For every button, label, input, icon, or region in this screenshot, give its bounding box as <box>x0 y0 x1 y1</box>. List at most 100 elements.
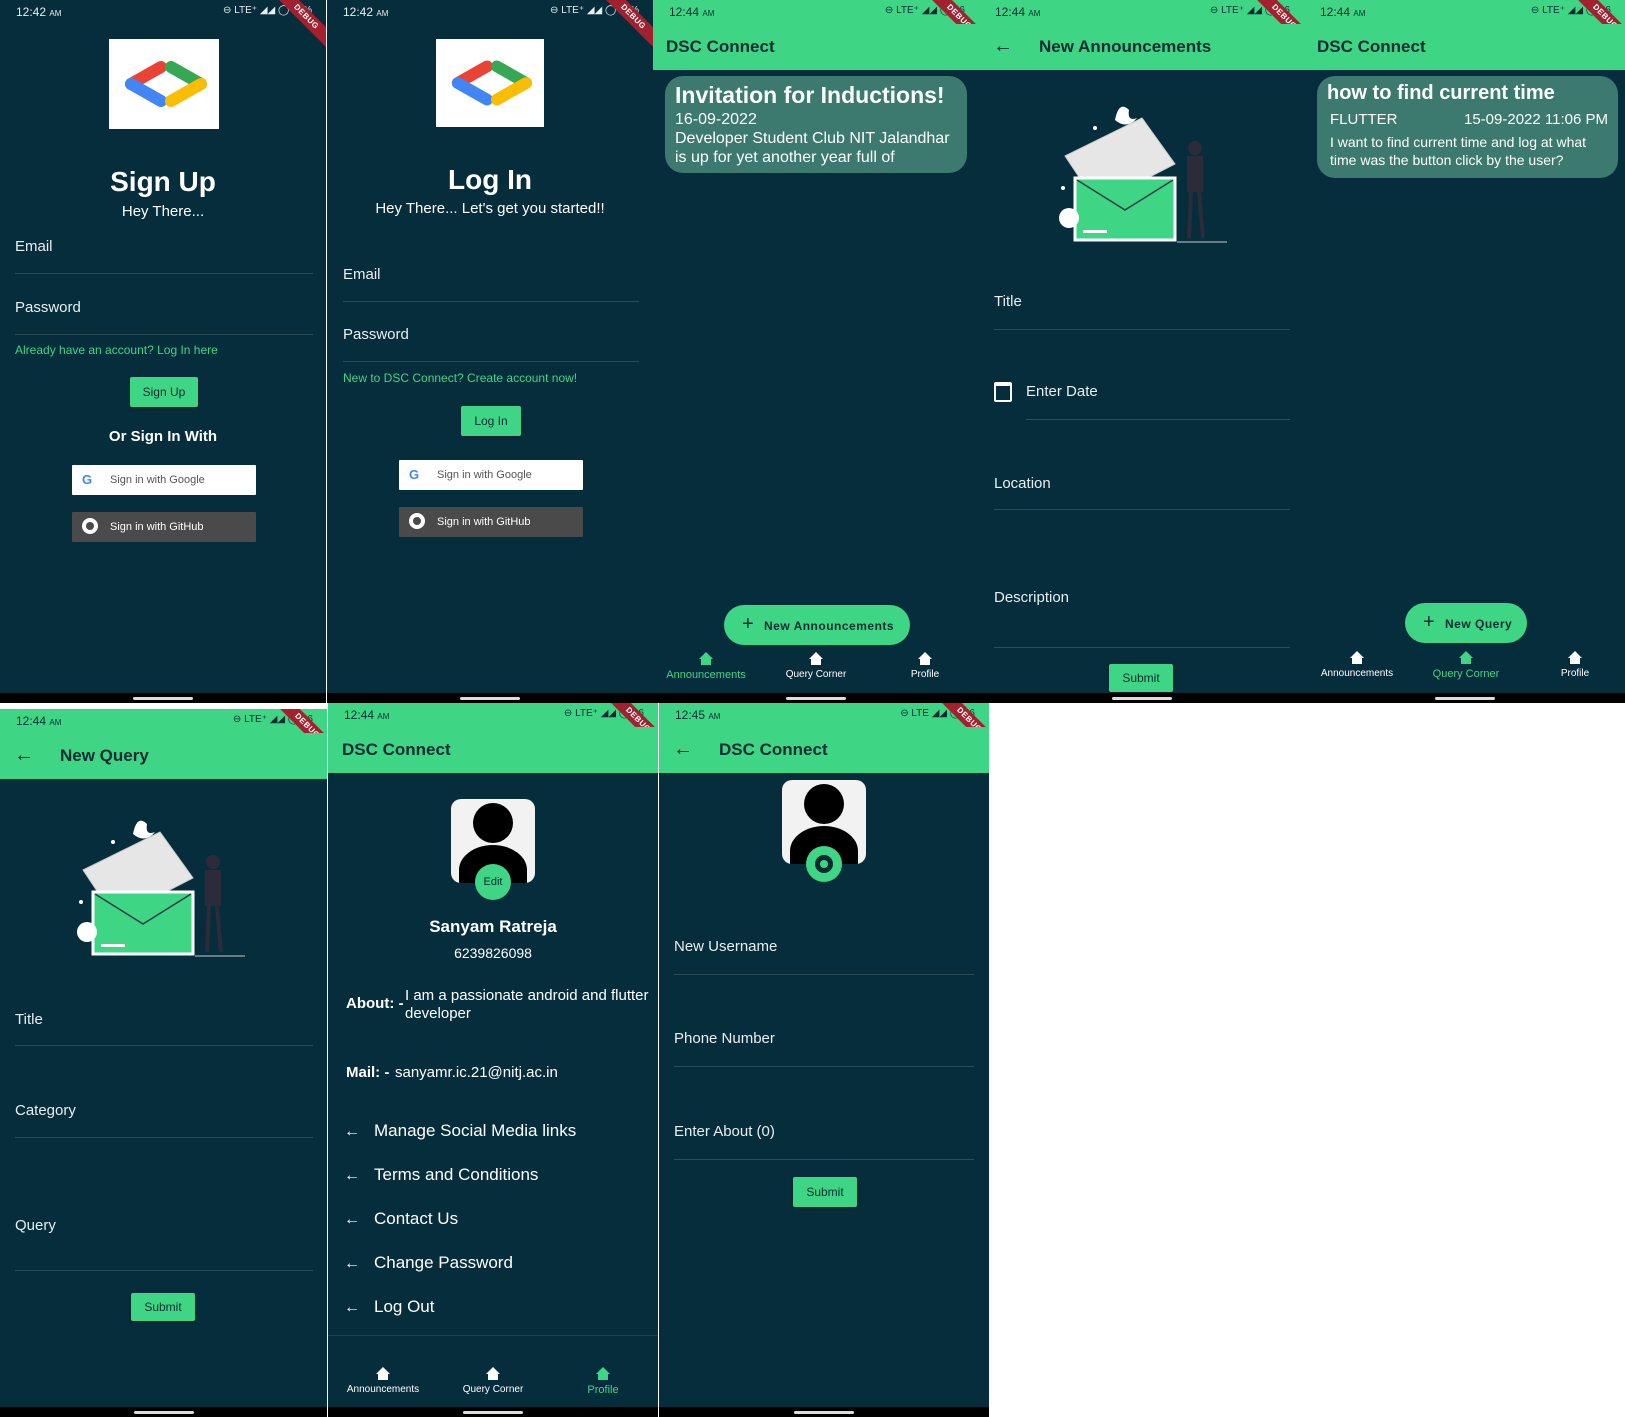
dsc-logo <box>109 39 219 129</box>
about-field[interactable]: Enter About (0) <box>674 1121 974 1160</box>
menu-terms[interactable]: ← Terms and Conditions <box>344 1165 538 1185</box>
back-arrow-icon[interactable]: ← <box>673 738 693 761</box>
about-label: About: - <box>346 995 404 1012</box>
nav-announcements[interactable]: Announcements <box>1304 651 1412 679</box>
date-field[interactable]: Enter Date <box>1026 381 1290 420</box>
app-title: New Announcements <box>1039 37 1212 56</box>
create-account-link[interactable]: New to DSC Connect? Create account now! <box>343 371 577 385</box>
new-announcement-screen: 12:44 AM ⊖ LTE⁺ ◢◢ ◯ 46 DEBUG ← New Anno… <box>979 0 1304 703</box>
query-card[interactable]: how to find current time FLUTTER 15-09-2… <box>1317 76 1618 178</box>
password-field[interactable]: Password <box>343 324 639 362</box>
about-line1: I am a passionate android and flutter <box>405 987 649 1004</box>
status-bar: 12:44 AM ⊖ LTE⁺ ◢◢ ◯ 46 <box>328 703 658 727</box>
new-announcement-fab[interactable]: + New Announcements <box>724 605 910 645</box>
home-icon <box>1568 651 1582 665</box>
fab-label: New Query <box>1445 617 1513 631</box>
title-field[interactable]: Title <box>994 293 1290 330</box>
home-icon <box>1459 651 1473 665</box>
dsc-logo <box>436 39 544 127</box>
phone-field[interactable]: Phone Number <box>674 1028 974 1067</box>
edit-avatar-button[interactable]: Edit <box>475 864 511 900</box>
plus-icon: + <box>1423 611 1436 633</box>
signup-button[interactable]: Sign Up <box>130 377 198 407</box>
status-bar: 12:42 AM ⊖ LTE⁺ ◢◢ ◯ 47% <box>0 0 326 24</box>
query-category: FLUTTER <box>1330 111 1398 128</box>
nav-query-corner[interactable]: Query Corner <box>1411 651 1521 680</box>
back-arrow-icon: ← <box>344 1211 360 1228</box>
query-label: Query <box>15 1217 56 1234</box>
app-bar: ← DSC Connect <box>659 727 989 773</box>
envelope-illustration <box>77 820 245 957</box>
envelope-illustration <box>1059 106 1227 243</box>
login-link[interactable]: Already have an account? Log In here <box>15 343 218 357</box>
home-icon <box>1350 651 1364 665</box>
app-title: DSC Connect <box>666 37 775 56</box>
menu-contact-us[interactable]: ← Contact Us <box>344 1209 458 1229</box>
nav-profile[interactable]: Profile <box>870 652 979 680</box>
home-indicator <box>979 693 1304 703</box>
github-signin-button[interactable]: Sign in with GitHub <box>72 512 256 542</box>
status-time: 12:42 AM <box>343 5 389 19</box>
google-signin-button[interactable]: G Sign in with Google <box>72 465 256 495</box>
page-title: Log In <box>448 164 532 195</box>
github-signin-button[interactable]: Sign in with GitHub <box>399 507 583 537</box>
submit-button[interactable]: Submit <box>793 1177 857 1207</box>
menu-change-password[interactable]: ← Change Password <box>344 1253 513 1273</box>
category-label: Category <box>15 1102 76 1119</box>
announcements-screen: 12:44 AM ⊖ LTE⁺ ◢◢ ◯ 46 DEBUG DSC Connec… <box>653 0 979 703</box>
google-signin-button[interactable]: G Sign in with Google <box>399 460 583 490</box>
login-screen: 12:42 AM ⊖ LTE⁺ ◢◢ ◯ 47% DEBUG Log In He… <box>327 0 653 703</box>
status-time: 12:44 AM <box>344 708 390 722</box>
description-field[interactable]: Description <box>994 587 1290 648</box>
camera-icon[interactable] <box>806 846 842 882</box>
app-title: New Query <box>60 746 149 765</box>
phone-label: Phone Number <box>674 1030 775 1047</box>
title-field[interactable]: Title <box>15 1009 313 1046</box>
page-title: Sign Up <box>110 166 216 197</box>
back-arrow-icon[interactable]: ← <box>993 35 1013 58</box>
nav-announcements[interactable]: Announcements <box>653 652 761 681</box>
home-icon <box>596 1367 610 1381</box>
announcement-line1: Developer Student Club NIT Jalandhar <box>675 130 950 147</box>
login-button[interactable]: Log In <box>461 406 521 436</box>
query-field[interactable]: Query <box>15 1215 313 1271</box>
new-query-fab[interactable]: + New Query <box>1405 603 1527 643</box>
menu-log-out[interactable]: ← Log Out <box>344 1297 435 1317</box>
back-arrow-icon: ← <box>344 1167 360 1184</box>
submit-button[interactable]: Submit <box>1109 664 1173 692</box>
nav-query-corner[interactable]: Query Corner <box>438 1367 548 1395</box>
announcement-card[interactable]: Invitation for Inductions! 16-09-2022 De… <box>665 76 967 173</box>
nav-divider <box>328 1335 658 1336</box>
location-label: Location <box>994 475 1051 492</box>
back-arrow-icon[interactable]: ← <box>14 744 34 767</box>
app-title: DSC Connect <box>719 740 828 759</box>
location-field[interactable]: Location <box>994 473 1290 510</box>
nav-query-corner[interactable]: Query Corner <box>761 652 871 680</box>
home-indicator <box>0 693 326 703</box>
query-corner-screen: 12:44 AM ⊖ LTE⁺ ◢◢ ◯ 46 DEBUG DSC Connec… <box>1304 0 1625 703</box>
nav-profile[interactable]: Profile <box>548 1367 658 1396</box>
google-button-label: Sign in with Google <box>110 474 205 486</box>
password-field[interactable]: Password <box>15 297 313 335</box>
menu-social-links[interactable]: ← Manage Social Media links <box>344 1121 576 1141</box>
email-label: Email <box>343 266 381 283</box>
avatar-head <box>473 803 513 843</box>
app-bar: DSC Connect <box>653 24 979 70</box>
submit-button[interactable]: Submit <box>131 1293 195 1321</box>
home-icon <box>809 652 823 666</box>
profile-phone: 6239826098 <box>454 945 532 961</box>
calendar-icon[interactable] <box>994 382 1012 402</box>
category-field[interactable]: Category <box>15 1100 313 1138</box>
back-arrow-icon: ← <box>344 1255 360 1272</box>
email-field[interactable]: Email <box>343 264 639 302</box>
page-subtitle: Hey There... Let's get you started!! <box>375 200 605 217</box>
password-label: Password <box>343 326 409 343</box>
email-field[interactable]: Email <box>15 236 313 274</box>
profile-screen: 12:44 AM ⊖ LTE⁺ ◢◢ ◯ 46 DEBUG DSC Connec… <box>328 703 658 1417</box>
nav-profile[interactable]: Profile <box>1520 651 1625 679</box>
mail-value: sanyamr.ic.21@nitj.ac.in <box>395 1064 558 1081</box>
or-sign-in-with: Or Sign In With <box>108 428 218 445</box>
nav-announcements[interactable]: Announcements <box>328 1367 438 1395</box>
home-indicator <box>659 1407 989 1417</box>
username-field[interactable]: New Username <box>674 936 974 975</box>
